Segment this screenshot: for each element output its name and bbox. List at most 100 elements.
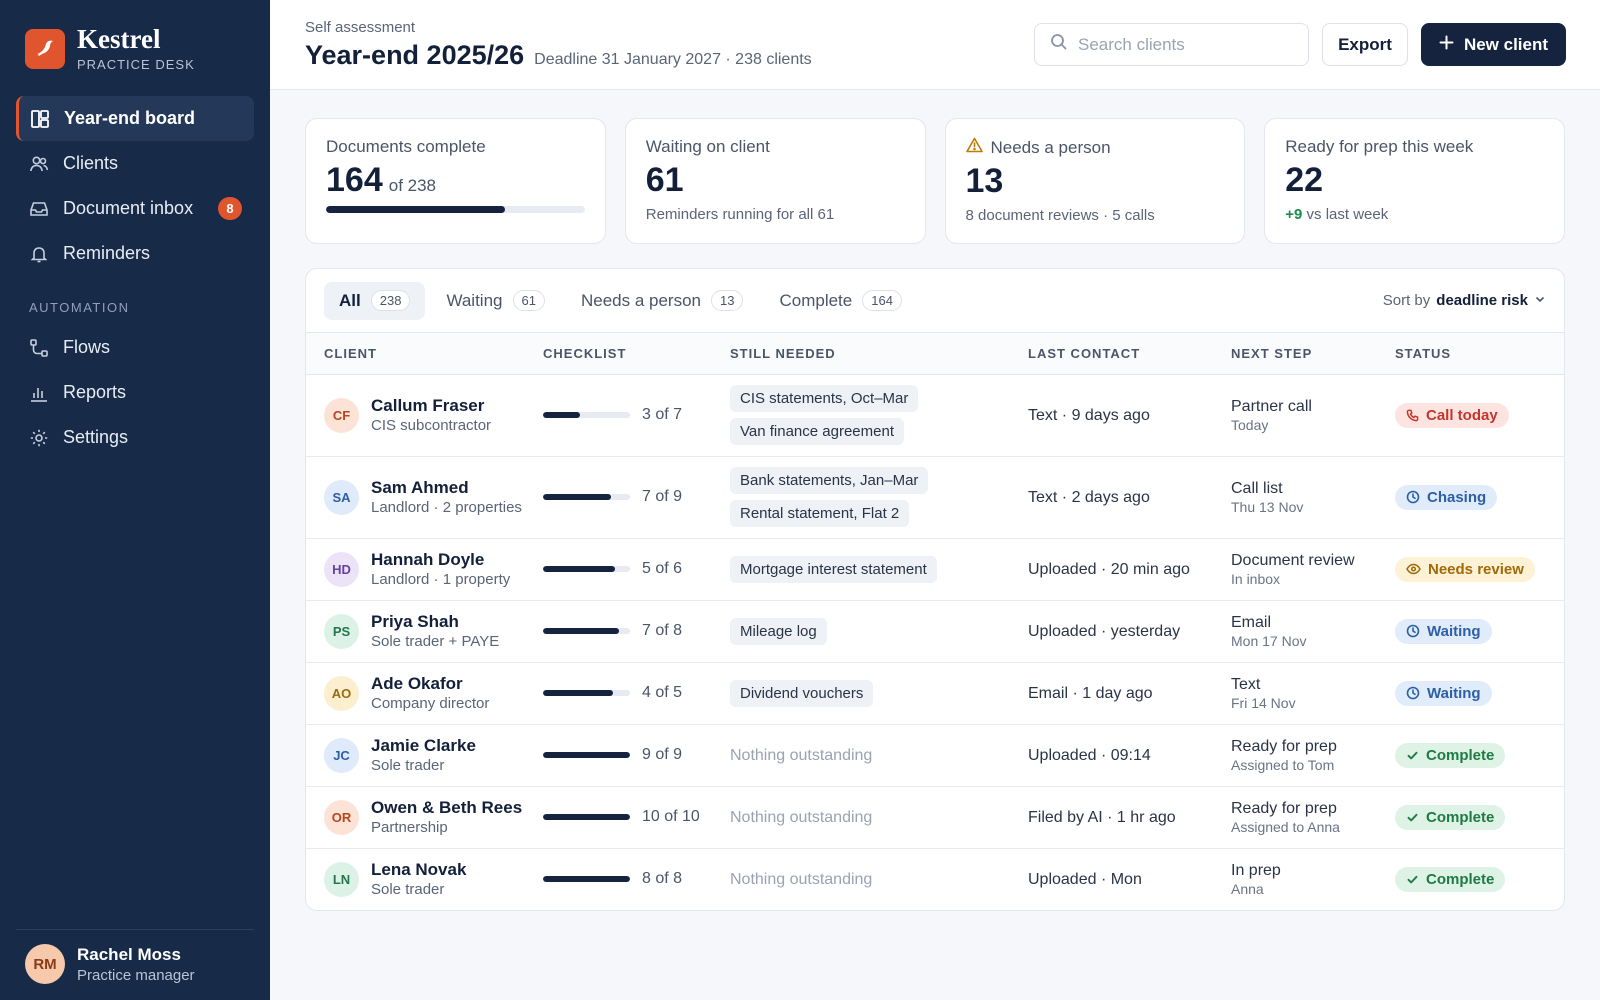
checklist-progress-bar bbox=[543, 494, 630, 500]
last-contact: Filed by AI · 1 hr ago bbox=[1028, 809, 1176, 826]
sidebar-item-label: Flows bbox=[63, 337, 111, 357]
client-name[interactable]: Sam Ahmed bbox=[371, 478, 522, 498]
stat-label: Waiting on client bbox=[645, 137, 770, 156]
clock-icon bbox=[1406, 624, 1420, 638]
table-row[interactable]: JC Jamie Clarke Sole trader 9 of 9 Nothi… bbox=[306, 724, 1564, 787]
table-row[interactable]: HD Hannah Doyle Landlord · 1 property 5 … bbox=[306, 538, 1564, 601]
next-step-detail: Today bbox=[1231, 416, 1269, 433]
sidebar-item-label: Reports bbox=[63, 382, 127, 402]
avatar: RM bbox=[25, 944, 65, 984]
checklist-progress-bar bbox=[543, 566, 630, 572]
status-label: Waiting bbox=[1427, 622, 1481, 640]
clock-icon bbox=[1406, 686, 1420, 700]
tab-complete[interactable]: Complete 164 bbox=[764, 282, 916, 320]
stat-label: Documents complete bbox=[326, 137, 486, 156]
stat-needs-a-person: Needs a person 13 8 document reviews · 5… bbox=[944, 118, 1246, 244]
column-header-checklist[interactable]: CHECKLIST bbox=[543, 333, 730, 375]
table-row[interactable]: CF Callum Fraser CIS subcontractor 3 of … bbox=[306, 374, 1564, 457]
clients-table: CLIENT CHECKLIST STILL NEEDED LAST CONTA… bbox=[306, 333, 1564, 910]
tab-needs-a-person[interactable]: Needs a person 13 bbox=[566, 282, 759, 320]
inbox-icon bbox=[29, 199, 49, 219]
next-step-detail: Fri 14 Nov bbox=[1231, 694, 1296, 711]
documents-progress-bar bbox=[326, 206, 585, 213]
sidebar-item-document-inbox[interactable]: Document inbox 8 bbox=[16, 186, 254, 231]
inbox-count-badge: 8 bbox=[218, 197, 242, 220]
sort-dropdown[interactable]: Sort by deadline risk bbox=[1383, 292, 1546, 309]
client-name[interactable]: Ade Okafor bbox=[371, 674, 489, 694]
topbar: Self assessment Year-end 2025/26 Deadlin… bbox=[270, 0, 1600, 90]
main: Self assessment Year-end 2025/26 Deadlin… bbox=[270, 0, 1600, 1000]
tab-count: 61 bbox=[512, 290, 545, 311]
users-icon bbox=[29, 154, 49, 174]
column-header-client[interactable]: CLIENT bbox=[306, 333, 543, 375]
checklist-progress-bar bbox=[543, 876, 630, 883]
status-label: Needs review bbox=[1428, 560, 1524, 578]
client-type: Sole trader bbox=[371, 881, 445, 899]
search-input[interactable] bbox=[1078, 34, 1278, 55]
search-box[interactable] bbox=[1034, 23, 1309, 66]
kestrel-logo-icon bbox=[25, 29, 65, 69]
client-name[interactable]: Hannah Doyle bbox=[371, 550, 510, 570]
sidebar-item-year-end-board[interactable]: Year-end board bbox=[16, 96, 254, 141]
status-badge[interactable]: Chasing bbox=[1395, 484, 1498, 510]
sidebar-item-reports[interactable]: Reports bbox=[16, 370, 254, 415]
next-step-detail: Anna bbox=[1231, 880, 1264, 897]
table-row[interactable]: OR Owen & Beth Rees Partnership 10 of 10… bbox=[306, 786, 1564, 849]
stat-value: 61 bbox=[645, 161, 684, 199]
client-type: CIS subcontractor bbox=[371, 417, 492, 434]
status-badge[interactable]: Complete bbox=[1395, 742, 1506, 768]
sidebar-item-clients[interactable]: Clients bbox=[16, 141, 254, 186]
checklist-count: 5 of 6 bbox=[642, 560, 683, 577]
table-row[interactable]: PS Priya Shah Sole trader + PAYE 7 of 8 … bbox=[306, 600, 1564, 663]
next-step: Email bbox=[1231, 613, 1272, 631]
sidebar-item-reminders[interactable]: Reminders bbox=[16, 231, 254, 276]
status-badge[interactable]: Waiting bbox=[1395, 680, 1492, 706]
status-label: Complete bbox=[1426, 870, 1495, 888]
column-header-last-contact[interactable]: LAST CONTACT bbox=[1028, 333, 1231, 375]
next-step: Text bbox=[1231, 675, 1261, 693]
checklist-progress-fill bbox=[543, 876, 630, 883]
missing-document-chip: CIS statements, Oct–Mar bbox=[730, 385, 919, 412]
checklist-count: 10 of 10 bbox=[642, 808, 700, 825]
client-name[interactable]: Lena Novak bbox=[371, 860, 466, 880]
client-name[interactable]: Priya Shah bbox=[371, 612, 499, 632]
tab-all[interactable]: All 238 bbox=[324, 281, 426, 320]
user-profile[interactable]: RM Rachel Moss Practice manager bbox=[16, 929, 254, 1000]
checklist-count: 9 of 9 bbox=[642, 746, 683, 763]
clock-icon bbox=[1406, 490, 1420, 504]
stat-waiting-on-client: Waiting on client 61 Reminders running f… bbox=[624, 118, 926, 244]
tab-waiting[interactable]: Waiting 61 bbox=[431, 282, 560, 320]
page-title: Year-end 2025/26 bbox=[305, 39, 525, 70]
client-name[interactable]: Callum Fraser bbox=[371, 396, 491, 416]
stat-label: Ready for prep this week bbox=[1285, 137, 1474, 156]
status-badge[interactable]: Needs review bbox=[1395, 556, 1535, 582]
status-badge[interactable]: Waiting bbox=[1395, 618, 1492, 644]
status-badge[interactable]: Complete bbox=[1395, 866, 1506, 892]
last-contact: Uploaded · Mon bbox=[1028, 871, 1142, 889]
stat-note: 8 document reviews · 5 calls bbox=[965, 207, 1155, 224]
client-avatar: CF bbox=[324, 397, 359, 433]
check-icon bbox=[1406, 811, 1419, 824]
status-badge[interactable]: Call today bbox=[1395, 402, 1509, 428]
checklist-count: 8 of 8 bbox=[642, 870, 683, 888]
last-contact: Text · 9 days ago bbox=[1028, 407, 1150, 424]
client-avatar: LN bbox=[324, 861, 359, 897]
table-row[interactable]: LN Lena Novak Sole trader 8 of 8 Nothing… bbox=[306, 848, 1564, 910]
new-client-button[interactable]: New client bbox=[1421, 23, 1566, 66]
table-row[interactable]: AO Ade Okafor Company director 4 of 5 Di… bbox=[306, 662, 1564, 725]
column-header-status[interactable]: STATUS bbox=[1395, 333, 1564, 375]
tab-label: All bbox=[339, 290, 361, 310]
column-header-next-step[interactable]: NEXT STEP bbox=[1231, 333, 1395, 375]
sidebar-item-settings[interactable]: Settings bbox=[16, 415, 254, 460]
status-badge[interactable]: Complete bbox=[1395, 804, 1506, 830]
client-type: Landlord · 2 properties bbox=[371, 499, 522, 516]
column-header-still-needed[interactable]: STILL NEEDED bbox=[730, 333, 1028, 375]
table-row[interactable]: SA Sam Ahmed Landlord · 2 properties 7 o… bbox=[306, 456, 1564, 539]
next-step: Partner call bbox=[1231, 397, 1312, 415]
export-button[interactable]: Export bbox=[1322, 23, 1408, 66]
client-name[interactable]: Owen & Beth Rees bbox=[371, 798, 522, 818]
stat-note: vs last week bbox=[1306, 206, 1389, 223]
sort-value: deadline risk bbox=[1436, 292, 1528, 309]
client-name[interactable]: Jamie Clarke bbox=[371, 736, 476, 756]
sidebar-item-flows[interactable]: Flows bbox=[16, 325, 254, 370]
